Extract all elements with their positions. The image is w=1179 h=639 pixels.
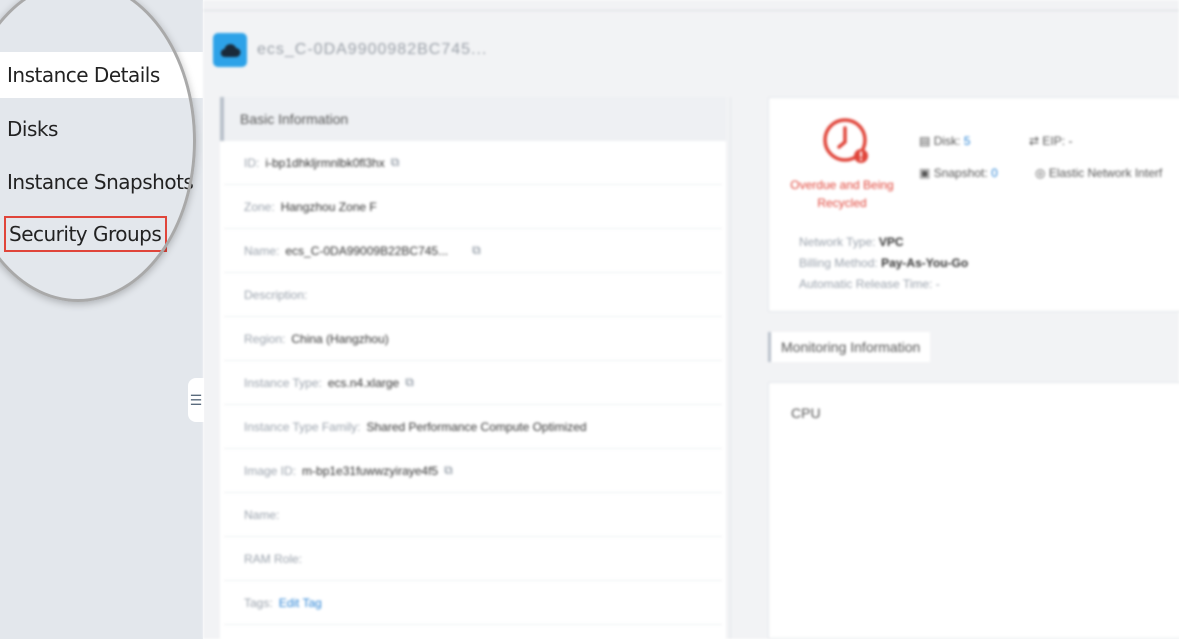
cpu-panel: CPU bbox=[768, 382, 1179, 639]
sidebar-item-label: Disks bbox=[7, 117, 58, 141]
sidebar-item-disks[interactable]: Disks bbox=[0, 106, 203, 152]
edit-icon[interactable]: ⧉ bbox=[472, 243, 481, 258]
field-label: Zone: bbox=[244, 199, 275, 214]
field-description: Description: bbox=[224, 273, 722, 317]
field-region: Region: China (Hangzhou) bbox=[224, 317, 722, 361]
row-value: Pay-As-You-Go bbox=[881, 256, 969, 270]
field-instance-type-family: Instance Type Family: Shared Performance… bbox=[224, 405, 722, 449]
field-zone: Zone: Hangzhou Zone F bbox=[224, 185, 722, 229]
disk-stat[interactable]: ▤ Disk: 5 bbox=[919, 134, 970, 148]
cloud-icon bbox=[213, 33, 247, 67]
field-value: ecs_C-0DA99009B22BC745... bbox=[285, 243, 449, 258]
main-content: ecs_C-0DA9900982BC745... Basic Informati… bbox=[203, 0, 1179, 639]
link-icon: ⇄ bbox=[1029, 134, 1040, 148]
copy-icon[interactable]: ⧉ bbox=[444, 463, 453, 478]
field-instance-type: Instance Type: ecs.n4.xlarge ⧉ bbox=[224, 361, 722, 405]
highlight-box: Security Groups bbox=[4, 216, 168, 252]
eip-stat[interactable]: ⇄ EIP: - bbox=[1029, 134, 1072, 148]
collapse-sidebar-icon[interactable]: ☰ bbox=[188, 378, 204, 422]
row-label: Billing Method: bbox=[799, 256, 878, 270]
stat-label: Elastic Network Interf bbox=[1048, 166, 1163, 180]
snapshot-stat[interactable]: ▣ Snapshot: 0 bbox=[919, 166, 998, 180]
instance-status-panel: Overdue and Being Recycled ▤ Disk: 5 ⇄ E… bbox=[768, 97, 1179, 312]
field-label: Name: bbox=[244, 507, 280, 522]
field-label: Image ID: bbox=[244, 463, 297, 478]
disk-icon: ▤ bbox=[919, 134, 931, 148]
field-name: Name: ecs_C-0DA99009B22BC745... ⧉ bbox=[224, 229, 722, 273]
column-divider bbox=[730, 97, 731, 639]
field-tags: Tags: Edit Tag bbox=[224, 581, 722, 625]
snapshot-icon: ▣ bbox=[919, 166, 931, 180]
field-value: ecs.n4.xlarge bbox=[327, 375, 400, 390]
status-line: Overdue and Being bbox=[790, 178, 894, 192]
eni-stat[interactable]: ◎ Elastic Network Interf bbox=[1035, 166, 1162, 180]
sidebar-item-label: Instance Details bbox=[7, 63, 160, 87]
row-label: Automatic Release Time: bbox=[799, 277, 933, 291]
field-value: China (Hangzhou) bbox=[291, 331, 389, 346]
row-label: Network Type: bbox=[799, 235, 876, 249]
network-info: Network Type: VPC Billing Method: Pay-As… bbox=[799, 232, 968, 295]
network-type-row: Network Type: VPC bbox=[799, 232, 968, 253]
billing-method-row: Billing Method: Pay-As-You-Go bbox=[799, 253, 968, 274]
field-label: Instance Type: bbox=[244, 375, 322, 390]
top-divider bbox=[203, 10, 1179, 11]
field-id: ID: i-bp1dhkljrmnlbk0fl3hx ⧉ bbox=[224, 141, 722, 185]
field-image-id: Image ID: m-bp1e31fuwwzyiraye4f5 ⧉ bbox=[224, 449, 722, 493]
stat-value: - bbox=[1068, 134, 1073, 148]
field-label: Description: bbox=[244, 287, 308, 302]
field-value: Shared Performance Compute Optimized bbox=[366, 419, 587, 434]
field-value: m-bp1e31fuwwzyiraye4f5 bbox=[302, 463, 439, 478]
instance-title: ecs_C-0DA9900982BC745... bbox=[257, 41, 488, 58]
sidebar: Instance Details Disks Instance Snapshot… bbox=[0, 0, 203, 639]
field-name-2: Name: bbox=[224, 493, 722, 537]
stat-label: Disk: bbox=[933, 134, 961, 148]
sidebar-item-label: Instance Snapshots bbox=[7, 170, 194, 194]
status-text: Overdue and Being Recycled bbox=[789, 176, 895, 212]
field-value: i-bp1dhkljrmnlbk0fl3hx bbox=[265, 155, 385, 170]
field-label: ID: bbox=[244, 155, 260, 170]
copy-icon[interactable]: ⧉ bbox=[391, 155, 400, 170]
sidebar-item-instance-details[interactable]: Instance Details bbox=[0, 52, 203, 98]
field-label: Tags: bbox=[244, 595, 273, 610]
sidebar-item-label: Security Groups bbox=[9, 222, 162, 246]
field-label: Instance Type Family: bbox=[244, 419, 361, 434]
field-label: Region: bbox=[244, 331, 286, 346]
network-interface-icon: ◎ bbox=[1035, 166, 1046, 180]
stat-count: 0 bbox=[991, 166, 998, 180]
release-time-row: Automatic Release Time: - bbox=[799, 274, 968, 295]
field-ram-role: RAM Role: bbox=[224, 537, 722, 581]
stat-label: EIP: bbox=[1042, 134, 1066, 148]
sidebar-item-security-groups[interactable]: Security Groups bbox=[0, 211, 203, 257]
recycle-clock-icon bbox=[823, 118, 868, 163]
stat-count: 5 bbox=[963, 134, 971, 148]
field-value: Hangzhou Zone F bbox=[280, 199, 377, 214]
copy-icon[interactable]: ⧉ bbox=[405, 375, 414, 390]
cpu-label: CPU bbox=[791, 405, 821, 421]
sidebar-item-instance-snapshots[interactable]: Instance Snapshots bbox=[0, 159, 203, 205]
row-value: - bbox=[935, 277, 940, 291]
monitoring-title: Monitoring Information bbox=[768, 332, 931, 362]
status-line: Recycled bbox=[817, 196, 867, 210]
edit-tag-link[interactable]: Edit Tag bbox=[279, 596, 322, 610]
field-label: RAM Role: bbox=[244, 551, 303, 566]
panel-title: Basic Information bbox=[220, 97, 726, 141]
page-header: ecs_C-0DA9900982BC745... bbox=[213, 24, 487, 76]
stat-label: Snapshot: bbox=[933, 166, 988, 180]
field-label: Name: bbox=[244, 243, 280, 258]
row-value: VPC bbox=[878, 235, 904, 249]
basic-information-panel: Basic Information ID: i-bp1dhkljrmnlbk0f… bbox=[220, 97, 726, 639]
